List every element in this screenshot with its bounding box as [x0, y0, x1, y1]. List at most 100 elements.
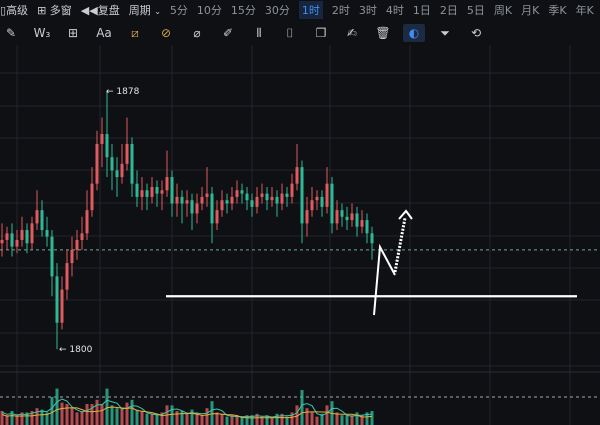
candle-body [60, 289, 64, 323]
candle-body [280, 193, 284, 204]
volume-bar [110, 405, 114, 425]
volume-bar [80, 411, 84, 425]
volume-bar [175, 411, 179, 425]
candle-body [200, 196, 204, 204]
drawn-annotation[interactable] [166, 209, 577, 316]
candle-body [30, 223, 34, 244]
volume-bar [40, 409, 44, 425]
volume-bar [140, 411, 144, 425]
candle-body [255, 196, 259, 207]
candle-body [125, 143, 129, 164]
candle-body [55, 276, 59, 323]
volume-bar [100, 404, 104, 425]
candle-body [150, 186, 154, 197]
volume-bar [215, 412, 219, 425]
volume-bar [35, 408, 39, 425]
low-label: ← 1800 [59, 345, 93, 355]
candle-body [160, 190, 164, 194]
volume-bar [225, 416, 229, 425]
dotted-arrow [393, 217, 407, 273]
candle-body [225, 200, 229, 204]
volume-bar [125, 402, 129, 425]
volume-bar [170, 405, 174, 425]
candle-body [35, 210, 39, 224]
volume-bar [275, 413, 279, 425]
zigzag-line[interactable] [373, 243, 396, 316]
volume-bar [345, 415, 349, 425]
candle-body [185, 200, 189, 204]
candle-body [110, 157, 114, 171]
candle-body [360, 220, 364, 227]
candle-body [310, 200, 314, 211]
candle-body [210, 193, 214, 224]
candle-body [285, 193, 289, 197]
candle-body [140, 190, 144, 197]
candle-body [320, 196, 324, 207]
candle-body [265, 193, 269, 201]
candle-body [370, 233, 374, 244]
candle-body [175, 196, 179, 204]
candle-body [245, 193, 249, 201]
price-chart[interactable]: ← 1878 ← 1800 [0, 0, 600, 425]
candle-body [215, 210, 219, 224]
volume-bar [75, 412, 79, 425]
volume-bar [370, 411, 374, 425]
candle-body [190, 200, 194, 214]
candle-body [25, 230, 29, 244]
volume-bar [150, 413, 154, 425]
candle-body [90, 183, 94, 211]
volume-bar [135, 409, 139, 425]
volume-bar [340, 415, 344, 425]
volume-bar [95, 399, 99, 425]
volume-bar [220, 413, 224, 425]
volume-bar [60, 402, 64, 425]
candle-body [365, 220, 369, 234]
candle-body [100, 134, 104, 144]
candle-body [10, 233, 14, 247]
candle-body [70, 249, 74, 264]
candle-body [130, 143, 134, 184]
candle-body [290, 183, 294, 197]
candle-body [350, 213, 354, 221]
candle-body [230, 196, 234, 204]
candle-body [15, 239, 19, 247]
volume-bar [70, 408, 74, 425]
high-label: ← 1878 [106, 87, 140, 97]
volume-bar [65, 404, 69, 425]
volume-bar [300, 390, 304, 425]
candle-body [165, 177, 169, 191]
volume-bar [205, 408, 209, 425]
volume-bar [210, 401, 214, 425]
volume-bar [310, 412, 314, 425]
candle-body [240, 190, 244, 194]
candle-body [75, 239, 79, 250]
candle-body [170, 177, 174, 204]
candle-body [315, 196, 319, 201]
candle-body [65, 263, 69, 290]
volume-bar [145, 413, 149, 425]
candle-body [105, 134, 109, 158]
candle-body [5, 233, 9, 240]
candle-body [220, 200, 224, 211]
candle-body [260, 193, 264, 197]
candle-body [355, 213, 359, 227]
candle-body [195, 203, 199, 214]
candle-body [135, 183, 139, 197]
volume-bar [315, 416, 319, 425]
candle-body [335, 210, 339, 224]
candle-body [235, 190, 239, 197]
candle-body [95, 143, 99, 184]
volume-bar [115, 408, 119, 425]
candle-body [155, 186, 159, 194]
volume-bar [50, 397, 54, 425]
candle-body [250, 200, 254, 207]
candle-body [85, 210, 89, 234]
volume-bar [190, 409, 194, 425]
volume-bar [15, 415, 19, 425]
volume-bar [85, 404, 89, 425]
volume-bar [130, 399, 134, 425]
candle-body [300, 167, 304, 224]
candle-body [45, 230, 49, 237]
candle-body [50, 236, 54, 277]
volume-bar [5, 415, 9, 425]
